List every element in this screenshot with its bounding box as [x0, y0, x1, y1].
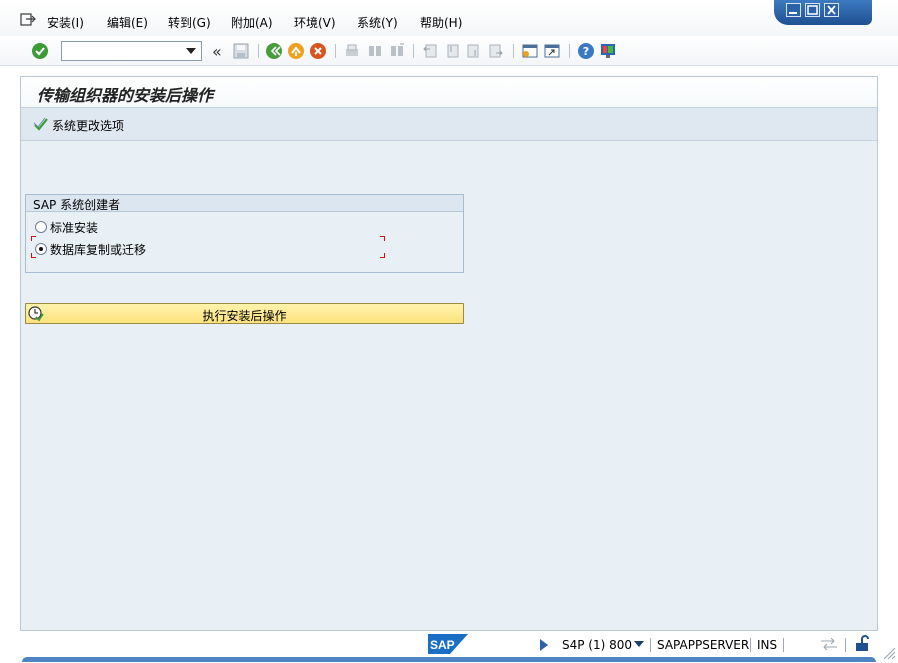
status-toggle-icon[interactable]	[540, 639, 548, 651]
enter-icon[interactable]	[31, 42, 49, 60]
bottom-window-edge	[22, 657, 876, 662]
collapse-command-icon[interactable]: «	[212, 42, 222, 61]
change-options-icon	[33, 117, 50, 132]
toolbar-separator	[258, 44, 259, 58]
first-page-icon[interactable]	[421, 42, 439, 60]
shortcut-icon[interactable]	[543, 42, 561, 60]
status-separator	[845, 638, 846, 652]
window-controls	[774, 0, 872, 25]
focus-corner	[31, 253, 36, 258]
radio-label: 标准安装	[50, 221, 99, 235]
radio-label: 数据库复制或迁移	[50, 243, 147, 257]
create-session-icon[interactable]	[521, 42, 539, 60]
menu-goto[interactable]: 转到(G)	[168, 14, 211, 31]
insert-mode: INS	[757, 638, 778, 652]
status-separator	[650, 638, 651, 652]
execute-post-installation-button[interactable]: 执行安装后操作	[25, 303, 464, 324]
server-name: SAPAPPSERVER	[657, 638, 750, 652]
svg-text:SAP: SAP	[430, 638, 455, 652]
previous-page-icon[interactable]	[443, 42, 461, 60]
resize-grip-icon[interactable]	[880, 644, 896, 660]
status-separator	[783, 638, 784, 652]
execute-button-label: 执行安装后操作	[202, 309, 287, 323]
toolbar-separator	[569, 44, 570, 58]
application-toolbar: 系统更改选项	[21, 108, 877, 141]
system-change-option-label: 系统更改选项	[52, 119, 125, 133]
menu-edit[interactable]: 编辑(E)	[107, 14, 148, 31]
standard-toolbar: « ?	[0, 36, 898, 66]
status-separator	[750, 638, 751, 652]
focus-corner	[380, 253, 385, 258]
focus-corner	[31, 236, 36, 241]
back-icon[interactable]	[265, 42, 283, 60]
cancel-icon[interactable]	[309, 42, 327, 60]
menu-environment[interactable]: 环境(V)	[294, 14, 336, 31]
sap-logo: SAP	[428, 634, 468, 654]
minimize-icon[interactable]	[786, 3, 801, 17]
menu-help[interactable]: 帮助(H)	[420, 14, 462, 31]
system-info: S4P (1) 800	[562, 638, 633, 652]
next-page-icon[interactable]	[465, 42, 483, 60]
main-screen: 传输组织器的安装后操作 系统更改选项 SAP 系统创建者 标准安装 数据库复制或…	[20, 76, 878, 631]
command-field-dropdown-icon[interactable]	[186, 48, 196, 54]
help-icon[interactable]: ?	[577, 42, 595, 60]
save-icon[interactable]	[232, 42, 250, 60]
find-next-icon[interactable]	[388, 42, 406, 60]
menu-system[interactable]: 系统(Y)	[357, 14, 398, 31]
connection-icon	[820, 637, 838, 651]
exit-icon[interactable]	[287, 42, 305, 60]
customize-layout-icon[interactable]	[599, 42, 617, 60]
menu-install[interactable]: 安装(I)	[47, 14, 84, 31]
close-icon[interactable]	[824, 3, 839, 17]
title-bar: 传输组织器的安装后操作	[21, 77, 877, 108]
group-title: SAP 系统创建者	[33, 198, 121, 212]
unlock-icon[interactable]	[854, 635, 870, 652]
print-icon[interactable]	[343, 42, 361, 60]
radio-button[interactable]	[35, 221, 47, 233]
system-dropdown-icon[interactable]	[634, 641, 644, 647]
last-page-icon[interactable]	[487, 42, 505, 60]
group-header: SAP 系统创建者	[26, 195, 463, 212]
focus-corner	[380, 236, 385, 241]
command-field[interactable]	[61, 41, 202, 61]
menu-exit-icon[interactable]	[19, 12, 37, 28]
page-title: 传输组织器的安装后操作	[37, 86, 214, 105]
toolbar-separator	[513, 44, 514, 58]
menu-bar: 安装(I) 编辑(E) 转到(G) 附加(A) 环境(V) 系统(Y) 帮助(H…	[0, 0, 898, 36]
radio-button-selected[interactable]	[35, 243, 47, 255]
sap-system-creator-group: SAP 系统创建者 标准安装 数据库复制或迁移	[25, 194, 464, 273]
menu-extras[interactable]: 附加(A)	[231, 14, 273, 31]
svg-text:?: ?	[583, 45, 589, 58]
toolbar-separator	[335, 44, 336, 58]
find-icon[interactable]	[366, 42, 384, 60]
toolbar-separator	[413, 44, 414, 58]
maximize-icon[interactable]	[805, 3, 820, 17]
